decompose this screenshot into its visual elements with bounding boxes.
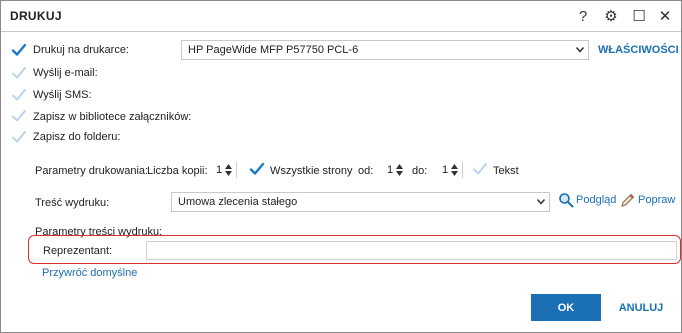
- copies-label: Liczba kopii:: [147, 165, 208, 177]
- print-dialog: DRUKUJ ? ⚙ ☐ ✕ Drukuj na drukarce: Wyśli…: [0, 0, 682, 333]
- cancel-button[interactable]: ANULUJ: [611, 294, 671, 321]
- printer-select-value: HP PageWide MFP P57750 PCL-6: [188, 44, 359, 56]
- save-attachments-label: Zapisz w bibliotece załączników:: [33, 111, 192, 123]
- chevron-down-icon: [576, 47, 584, 53]
- printer-select[interactable]: HP PageWide MFP P57750 PCL-6: [181, 40, 589, 60]
- save-folder-label: Zapisz do folderu:: [33, 131, 121, 143]
- content-label: Treść wydruku:: [35, 197, 110, 209]
- edit-link[interactable]: Popraw: [638, 194, 675, 206]
- text-checkbox[interactable]: [472, 161, 488, 177]
- print-params-label: Parametry drukowania:: [35, 165, 149, 177]
- copies-stepper[interactable]: 1: [216, 160, 238, 180]
- from-value: 1: [387, 164, 394, 176]
- print-on-printer-checkbox[interactable]: [11, 42, 27, 58]
- text-label: Tekst: [493, 165, 519, 177]
- send-sms-label: Wyślij SMS:: [33, 89, 92, 101]
- content-select-value: Umowa zlecenia stałego: [178, 196, 298, 208]
- to-label: do:: [412, 165, 428, 177]
- dialog-title: DRUKUJ: [10, 9, 62, 23]
- from-label: od:: [358, 165, 374, 177]
- pencil-icon[interactable]: [620, 192, 636, 208]
- help-icon[interactable]: ?: [572, 5, 594, 27]
- properties-link[interactable]: WŁAŚCIWOŚCI: [598, 44, 679, 56]
- to-stepper[interactable]: 1: [442, 160, 464, 180]
- from-stepper[interactable]: 1: [387, 160, 404, 180]
- title-bar: DRUKUJ ? ⚙ ☐ ✕: [1, 1, 681, 32]
- stepper-arrows-icon[interactable]: [451, 164, 459, 176]
- copies-value: 1: [216, 164, 223, 176]
- send-sms-checkbox[interactable]: [11, 87, 27, 103]
- content-select[interactable]: Umowa zlecenia stałego: [171, 192, 550, 212]
- save-attachments-checkbox[interactable]: [11, 108, 27, 124]
- stepper-arrows-icon[interactable]: [225, 164, 233, 176]
- send-email-checkbox[interactable]: [11, 65, 27, 81]
- send-email-label: Wyślij e-mail:: [33, 67, 98, 79]
- maximize-icon[interactable]: ☐: [628, 5, 650, 27]
- all-pages-label: Wszystkie strony: [270, 165, 353, 177]
- all-pages-checkbox[interactable]: [249, 161, 265, 177]
- preview-link[interactable]: Podgląd: [576, 194, 616, 206]
- chevron-down-icon: [537, 199, 545, 205]
- ok-button[interactable]: OK: [531, 294, 601, 321]
- print-on-printer-label: Drukuj na drukarce:: [33, 44, 129, 56]
- close-icon[interactable]: ✕: [654, 5, 676, 27]
- save-folder-checkbox[interactable]: [11, 129, 27, 145]
- representative-input[interactable]: [146, 241, 677, 260]
- stepper-arrows-icon[interactable]: [396, 164, 404, 176]
- to-value: 1: [442, 164, 449, 176]
- restore-defaults-link[interactable]: Przywróć domyślne: [42, 267, 137, 279]
- settings-icon[interactable]: ⚙: [600, 5, 622, 27]
- representative-label: Reprezentant:: [43, 245, 113, 257]
- magnifier-icon[interactable]: [558, 192, 574, 208]
